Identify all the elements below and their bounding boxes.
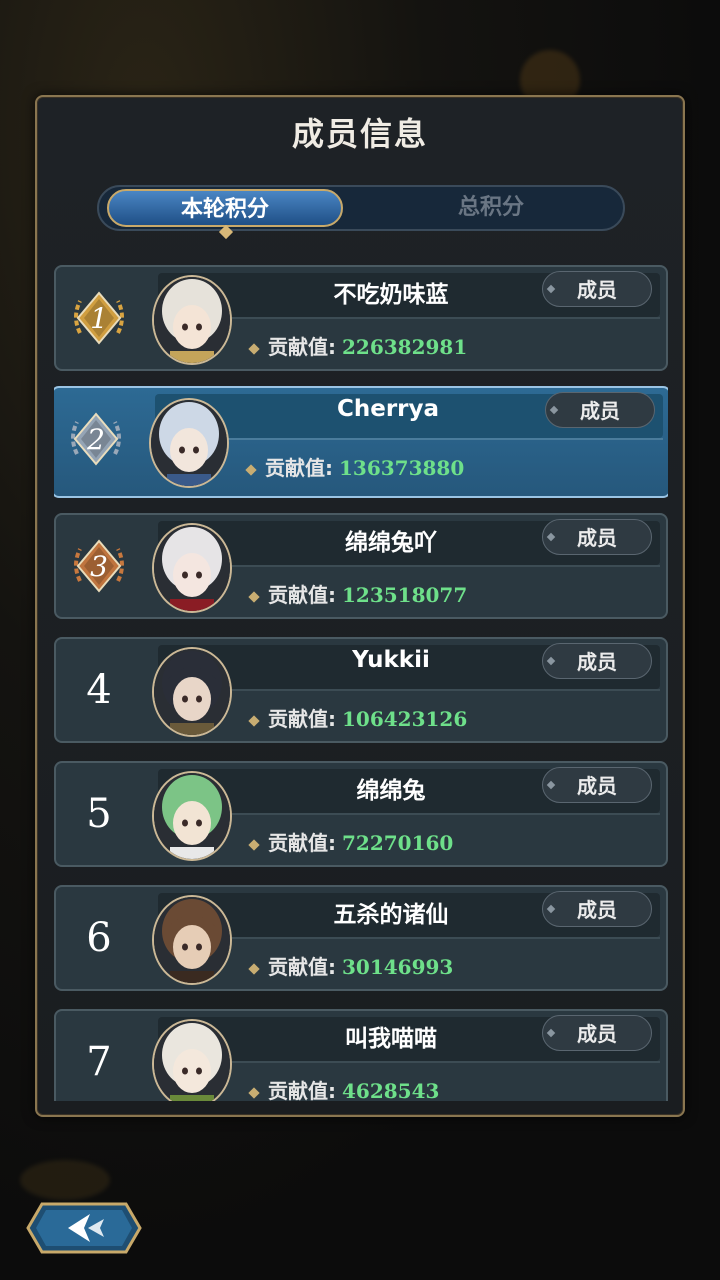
contribution-label: 贡献值:: [268, 335, 336, 359]
contribution: 贡献值: 123518077: [248, 579, 468, 608]
member-name: 绵绵兔: [356, 778, 426, 804]
contribution: 贡献值: 136373880: [245, 452, 465, 481]
avatar[interactable]: [152, 1019, 232, 1101]
background-glow: [20, 1160, 110, 1200]
silver-medal-icon: 2: [71, 412, 121, 466]
member-list[interactable]: 1 不吃奶味蓝 成员 贡献值: 226382981 2 Cherrya 成员 贡献值: 13637…: [54, 265, 668, 1101]
contribution-value: 30146993: [342, 955, 454, 979]
contribution-label: 贡献值:: [268, 583, 336, 607]
tab-current-round-score[interactable]: 本轮积分: [107, 189, 343, 227]
contribution: 贡献值: 226382981: [248, 331, 468, 360]
contribution-value: 72270160: [342, 831, 454, 855]
contribution-label: 贡献值:: [268, 831, 336, 855]
member-role-button[interactable]: 成员: [542, 643, 652, 679]
rank-number: 3: [90, 550, 108, 583]
row-divider: [173, 438, 663, 440]
row-divider: [176, 1061, 660, 1063]
row-divider: [176, 689, 660, 691]
contribution-label: 贡献值:: [268, 955, 336, 979]
diamond-icon: [245, 463, 257, 476]
rank-number: 4: [86, 667, 112, 713]
member-row[interactable]: 1 不吃奶味蓝 成员贡献值: 226382981: [54, 265, 668, 371]
contribution: 贡献值: 30146993: [248, 951, 454, 980]
rank-number: 6: [86, 915, 112, 961]
member-name: 叫我喵喵: [345, 1026, 437, 1052]
avatar[interactable]: [152, 895, 232, 985]
member-info-panel: 成员信息 本轮积分 总积分 1 不吃奶味蓝 成员 贡献值: 226382981 2 Cher…: [35, 95, 685, 1117]
back-button[interactable]: [18, 1198, 150, 1258]
row-divider: [176, 565, 660, 567]
member-role-button[interactable]: 成员: [542, 271, 652, 307]
member-row[interactable]: 5 绵绵兔 成员贡献值: 72270160: [54, 761, 668, 867]
member-row[interactable]: 2 Cherrya 成员贡献值: 136373880: [54, 386, 668, 498]
row-divider: [176, 937, 660, 939]
bronze-medal-icon: 3: [74, 539, 124, 593]
gold-medal-icon: 1: [74, 291, 124, 345]
avatar[interactable]: [152, 523, 232, 613]
contribution-value: 226382981: [342, 335, 468, 359]
member-role-button[interactable]: 成员: [542, 767, 652, 803]
rank-number: 5: [86, 791, 112, 837]
member-row[interactable]: 4 Yukkii 成员贡献值: 106423126: [54, 637, 668, 743]
diamond-icon: [248, 590, 260, 603]
member-name: 不吃奶味蓝: [333, 282, 449, 308]
contribution-value: 136373880: [339, 456, 465, 480]
rank-number: 2: [86, 423, 105, 456]
contribution-value: 106423126: [342, 707, 468, 731]
panel-title: 成员信息: [291, 115, 428, 153]
member-row[interactable]: 7 叫我喵喵 成员贡献值: 4628543: [54, 1009, 668, 1101]
tab-total-score[interactable]: 总积分: [361, 187, 621, 229]
member-role-button[interactable]: 成员: [542, 1015, 652, 1051]
contribution: 贡献值: 4628543: [248, 1075, 440, 1101]
member-name: 绵绵兔吖: [345, 530, 437, 556]
rank-number: 7: [86, 1039, 112, 1085]
member-role-button[interactable]: 成员: [545, 392, 655, 428]
diamond-icon: [248, 838, 260, 851]
contribution-label: 贡献值:: [268, 707, 336, 731]
avatar[interactable]: [152, 647, 232, 737]
member-role-button[interactable]: 成员: [542, 519, 652, 555]
member-row[interactable]: 6 五杀的诸仙 成员贡献值: 30146993: [54, 885, 668, 991]
member-name: Cherrya: [336, 396, 440, 422]
rank-number: 1: [90, 302, 108, 335]
diamond-icon: [248, 342, 260, 355]
member-name: 五杀的诸仙: [333, 902, 449, 928]
contribution-value: 4628543: [342, 1079, 440, 1101]
avatar[interactable]: [149, 398, 229, 488]
avatar[interactable]: [152, 771, 232, 861]
score-tabs: 本轮积分 总积分: [97, 185, 625, 240]
contribution: 贡献值: 72270160: [248, 827, 454, 856]
member-name: Yukkii: [352, 647, 430, 673]
member-role-button[interactable]: 成员: [542, 891, 652, 927]
contribution-label: 贡献值:: [265, 456, 333, 480]
row-divider: [176, 317, 660, 319]
contribution-value: 123518077: [342, 583, 468, 607]
contribution: 贡献值: 106423126: [248, 703, 468, 732]
contribution-label: 贡献值:: [268, 1079, 336, 1101]
diamond-icon: [248, 1086, 260, 1099]
diamond-icon: [248, 714, 260, 727]
member-row[interactable]: 3 绵绵兔吖 成员贡献值: 123518077: [54, 513, 668, 619]
diamond-icon: [248, 962, 260, 975]
avatar[interactable]: [152, 275, 232, 365]
row-divider: [176, 813, 660, 815]
